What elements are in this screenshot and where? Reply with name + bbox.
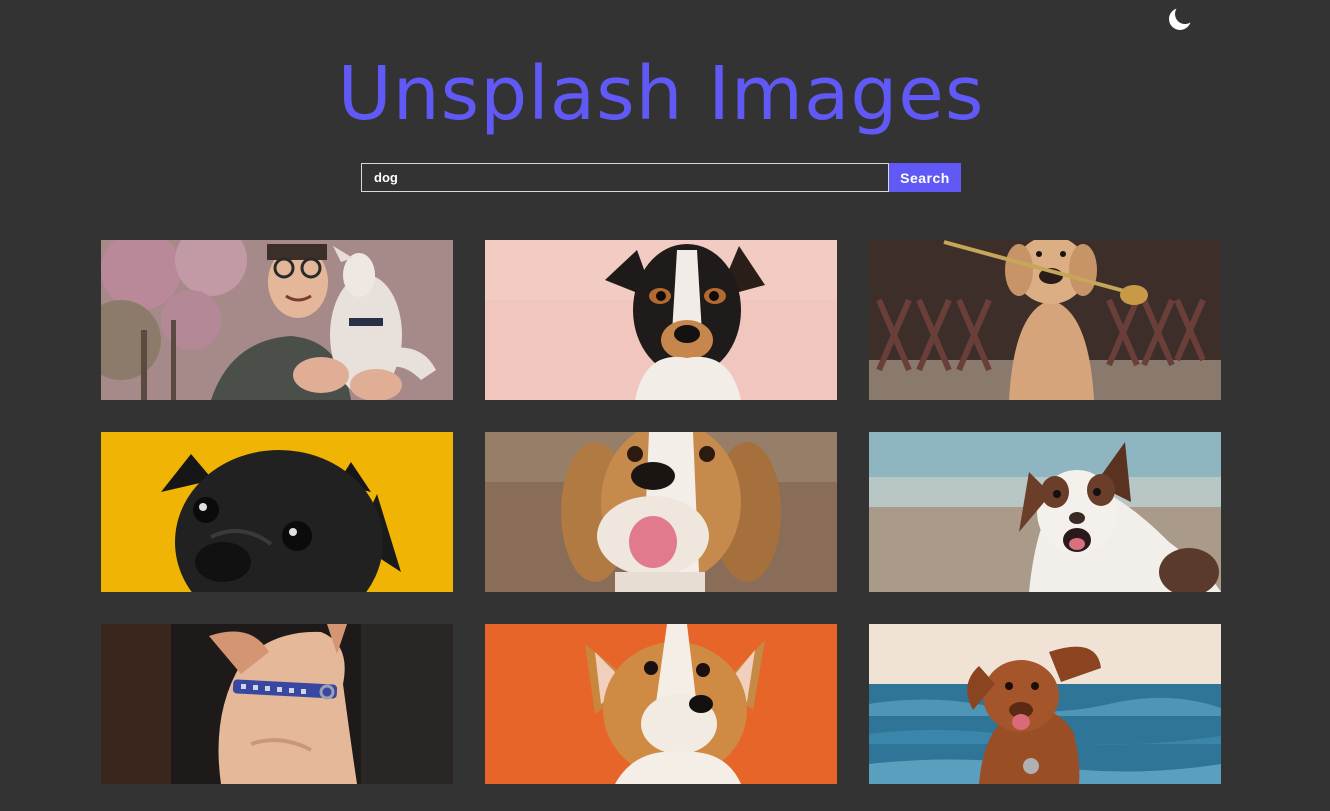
dog-photo xyxy=(869,432,1221,592)
image-card[interactable] xyxy=(485,432,837,592)
image-card[interactable] xyxy=(101,624,453,784)
dog-photo xyxy=(485,432,837,592)
image-card[interactable] xyxy=(869,432,1221,592)
dog-photo xyxy=(485,240,837,400)
image-card[interactable] xyxy=(869,624,1221,784)
image-card[interactable] xyxy=(485,240,837,400)
theme-toggle-button[interactable] xyxy=(1166,5,1194,33)
image-card[interactable] xyxy=(101,432,453,592)
image-card[interactable] xyxy=(485,624,837,784)
search-button[interactable]: Search xyxy=(889,163,961,192)
page: Unsplash Images Search xyxy=(0,0,1330,811)
search-form: Search xyxy=(361,163,961,192)
dog-photo xyxy=(101,624,453,784)
image-card[interactable] xyxy=(869,240,1221,400)
image-card[interactable] xyxy=(101,240,453,400)
moon-icon xyxy=(1169,8,1191,30)
page-title: Unsplash Images xyxy=(337,51,985,137)
dog-photo xyxy=(485,624,837,784)
dog-photo xyxy=(101,432,453,592)
dog-photo xyxy=(101,240,453,400)
dog-photo xyxy=(869,624,1221,784)
dog-photo xyxy=(869,240,1221,400)
search-input[interactable] xyxy=(361,163,889,192)
image-grid xyxy=(101,240,1221,784)
